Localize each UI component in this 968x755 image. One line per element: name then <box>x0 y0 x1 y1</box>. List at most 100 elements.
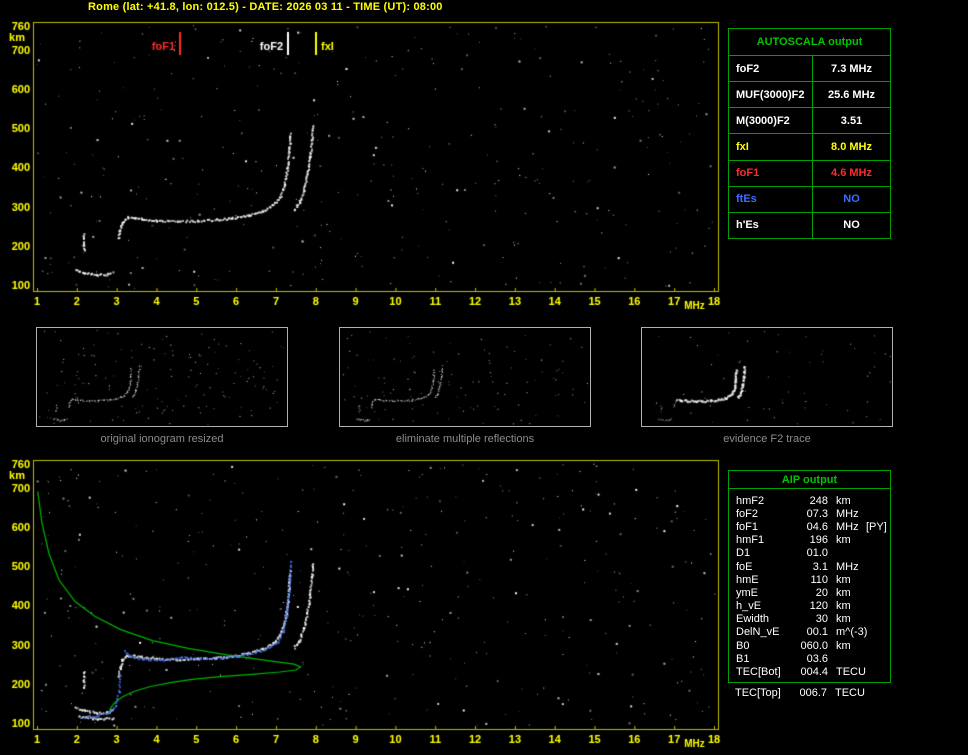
aip-row-unit: TECU <box>836 666 866 679</box>
autoscala-row-label: foF1 <box>729 160 813 186</box>
aip-row-unit: km <box>836 639 851 652</box>
aip-row-label: B0 <box>736 639 750 652</box>
aip-row-label: ymE <box>736 586 758 599</box>
thumbnail-original <box>36 327 288 427</box>
aip-rows: hmF2 248 km foF2 07.3 MHz foF1 04.6 MHz [PY] hmF1 1… <box>729 489 890 679</box>
aip-row: foF2 07.3 MHz <box>729 507 890 520</box>
aip-row-label: TEC[Top] <box>735 686 781 699</box>
aip-row-value: 248 <box>809 494 828 507</box>
station-title: Rome (lat: +41.8, lon: 012.5) - DATE: 20… <box>88 1 443 13</box>
aip-row: hmF1 196 km <box>729 534 890 547</box>
aip-row-value: 04.6 <box>806 520 828 533</box>
thumbnail-eliminate-reflections-canvas <box>340 328 590 426</box>
aip-row-label: foF1 <box>736 520 759 533</box>
aip-row-value: 120 <box>809 600 828 613</box>
autoscala-row-label: h'Es <box>729 212 813 238</box>
autoscala-row-value: 8.0 MHz <box>831 140 872 153</box>
thumbnail-evidence-f2-canvas <box>642 328 892 426</box>
thumbnail-evidence-f2 <box>641 327 893 427</box>
thumbnail-original-caption: original ionogram resized <box>100 433 224 445</box>
aip-row-value: 01.0 <box>806 547 828 560</box>
aip-row-label: hmF2 <box>736 494 765 507</box>
thumbnail-eliminate-reflections-caption: eliminate multiple reflections <box>395 433 535 445</box>
aip-row: ymE 20 km <box>729 586 890 599</box>
autoscala-row-label: foF2 <box>729 56 813 82</box>
autoscala-row: h'Es NO <box>729 212 890 238</box>
aip-row-value: 03.6 <box>806 652 828 665</box>
aip-row: D1 01.0 <box>729 547 890 560</box>
aip-row-value: 3.1 <box>812 560 828 573</box>
aip-row-label: hmE <box>736 573 759 586</box>
aip-row-label: hmF1 <box>736 534 765 547</box>
aip-row-note: [PY] <box>866 520 887 533</box>
autoscala-row-value: 4.6 MHz <box>831 167 872 180</box>
aip-tec-top-row: TEC[Top] 006.7 TECU <box>728 686 891 699</box>
autoscala-panel: AUTOSCALA output foF2 7.3 MHz MUF(3000)F2 2… <box>728 28 891 239</box>
autoscala-row-label: MUF(3000)F2 <box>729 82 813 108</box>
autoscala-row: fxI 8.0 MHz <box>729 134 890 161</box>
autoscala-row-value: 7.3 MHz <box>831 62 872 75</box>
autoscala-panel-title: AUTOSCALA output <box>729 29 890 56</box>
top-ionogram-plot <box>0 14 730 324</box>
aip-row: Ewidth 30 km <box>729 613 890 626</box>
autoscala-row-label: fxI <box>729 134 813 160</box>
thumbnail-eliminate-reflections <box>339 327 591 427</box>
aip-row-label: Ewidth <box>736 613 770 626</box>
aip-row: foE 3.1 MHz <box>729 560 890 573</box>
bottom-ionogram-plot <box>0 452 730 755</box>
aip-row: TEC[Bot] 004.4 TECU <box>729 665 890 678</box>
aip-row: h_vE 120 km <box>729 600 890 613</box>
autoscala-row-value: 25.6 MHz <box>827 88 876 101</box>
aip-row-unit: km <box>836 534 851 547</box>
aip-panel-title: AIP output <box>729 471 890 489</box>
aip-row-label: foF2 <box>736 507 759 520</box>
aip-row-unit: km <box>836 494 851 507</box>
aip-row-unit: km <box>836 573 851 586</box>
aip-row: foF1 04.6 MHz [PY] <box>729 520 890 533</box>
aip-row-value: 20 <box>815 586 828 599</box>
aip-row-label: foE <box>736 560 753 573</box>
aip-row-unit: MHz <box>836 507 859 520</box>
autoscala-row: MUF(3000)F2 25.6 MHz <box>729 82 890 109</box>
aip-row: B0 060.0 km <box>729 639 890 652</box>
autoscala-row-label: ftEs <box>729 186 813 212</box>
autoscala-row: ftEs NO <box>729 186 890 213</box>
aip-row-unit: km <box>836 613 851 626</box>
thumbnail-original-canvas <box>37 328 287 426</box>
aip-row: DelN_vE 00.1 m^(-3) <box>729 626 890 639</box>
aip-row-unit: m^(-3) <box>836 626 868 639</box>
aip-row-unit: km <box>836 600 851 613</box>
top-ionogram-canvas <box>0 14 730 324</box>
aip-row-unit: MHz <box>836 520 859 533</box>
aip-row-label: B1 <box>736 652 750 665</box>
aip-row: hmF2 248 km <box>729 494 890 507</box>
autoscala-row: M(3000)F2 3.51 <box>729 108 890 135</box>
bottom-ionogram-canvas <box>0 452 730 755</box>
autoscala-row-value: NO <box>843 193 860 206</box>
autoscala-row-label: M(3000)F2 <box>729 108 813 134</box>
aip-row-value: 30 <box>815 613 828 626</box>
aip-row-value: 004.4 <box>800 666 828 679</box>
aip-row-label: DelN_vE <box>736 626 780 639</box>
aip-row-label: TEC[Bot] <box>736 666 781 679</box>
autoscala-row-value: NO <box>843 219 860 232</box>
aip-row-unit: km <box>836 586 851 599</box>
aip-row-label: D1 <box>736 547 751 560</box>
aip-row-unit: TECU <box>835 686 865 699</box>
autoscala-row: foF2 7.3 MHz <box>729 56 890 83</box>
aip-row-value: 006.7 <box>799 686 827 699</box>
autoscala-rows: foF2 7.3 MHz MUF(3000)F2 25.6 MHz M(3000)F2 3… <box>729 56 890 238</box>
autoscala-row: foF1 4.6 MHz <box>729 160 890 187</box>
aip-row-unit: MHz <box>836 560 859 573</box>
aip-row: hmE 110 km <box>729 573 890 586</box>
aip-panel: AIP output hmF2 248 km foF2 07.3 MHz foF1 04.6 M… <box>728 470 891 683</box>
aip-row: B1 03.6 <box>729 652 890 665</box>
aip-row-label: h_vE <box>736 600 762 613</box>
aip-row-value: 060.0 <box>800 639 828 652</box>
thumbnail-evidence-f2-caption: evidence F2 trace <box>723 433 811 445</box>
aip-row-value: 196 <box>809 534 828 547</box>
aip-row-value: 00.1 <box>806 626 828 639</box>
aip-row-value: 110 <box>810 573 828 586</box>
autoscala-row-value: 3.51 <box>840 114 863 127</box>
aip-row-value: 07.3 <box>806 507 828 520</box>
